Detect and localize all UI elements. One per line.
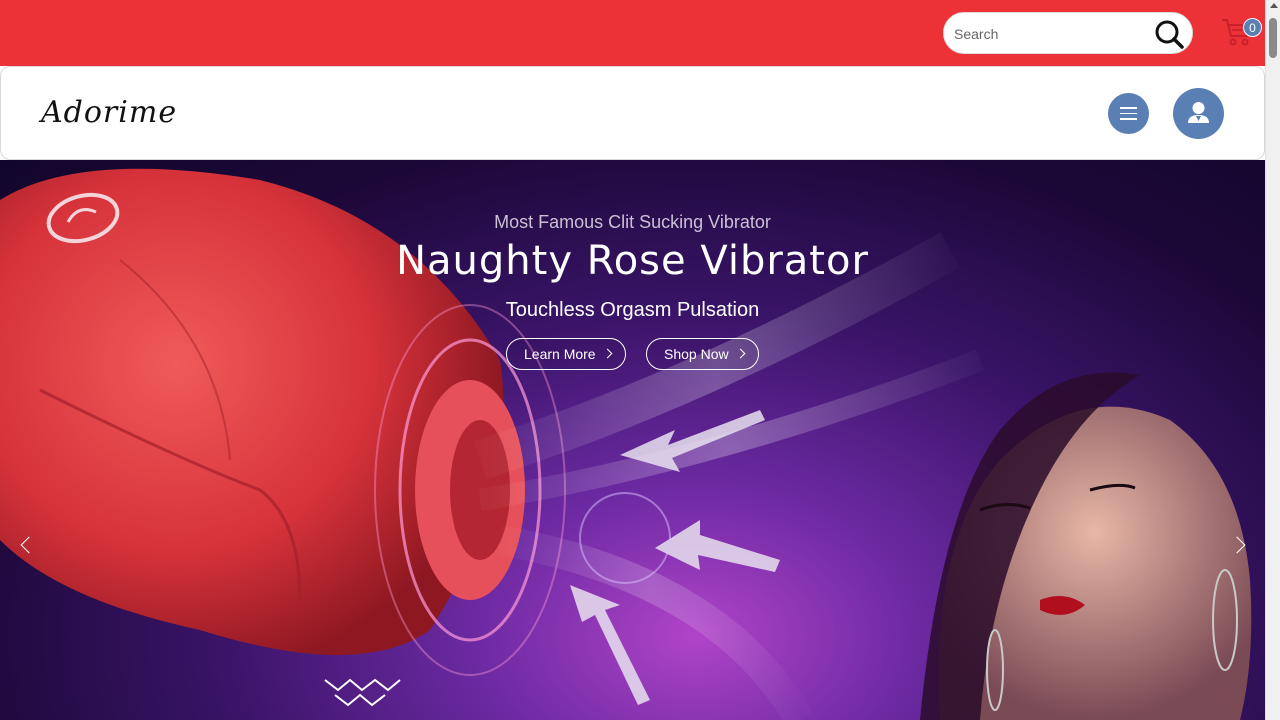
menu-icon[interactable] [1108,93,1149,134]
top-bar: 0 [0,0,1265,66]
user-icon[interactable] [1173,88,1224,139]
site-header: Adorime [0,66,1265,160]
learn-more-label: Learn More [524,346,596,362]
search-input[interactable] [954,21,1144,47]
scrollbar-thumb[interactable] [1269,18,1277,58]
scroll-up-icon[interactable] [1270,3,1278,8]
site-logo[interactable]: Adorime [41,95,177,130]
hero-banner: Most Famous Clit Sucking Vibrator Naught… [0,160,1265,720]
chevron-left-icon[interactable] [20,536,36,552]
shop-now-button[interactable]: Shop Now [646,338,759,370]
hero-subtitle: Touchless Orgasm Pulsation [505,299,760,321]
page: 0 Adorime [0,0,1280,720]
learn-more-button[interactable]: Learn More [506,338,626,370]
chevron-right-icon[interactable] [1228,536,1244,552]
cart-count-badge: 0 [1243,18,1262,37]
shop-now-label: Shop Now [664,346,729,362]
chevron-right-icon [735,348,746,359]
scrollbar[interactable] [1265,0,1280,720]
hero-title: Naughty Rose Vibrator [396,238,869,284]
search-icon[interactable] [1152,17,1186,51]
hero-pretitle: Most Famous Clit Sucking Vibrator [494,212,771,232]
chevron-right-icon [602,348,613,359]
search-box[interactable] [943,12,1193,54]
